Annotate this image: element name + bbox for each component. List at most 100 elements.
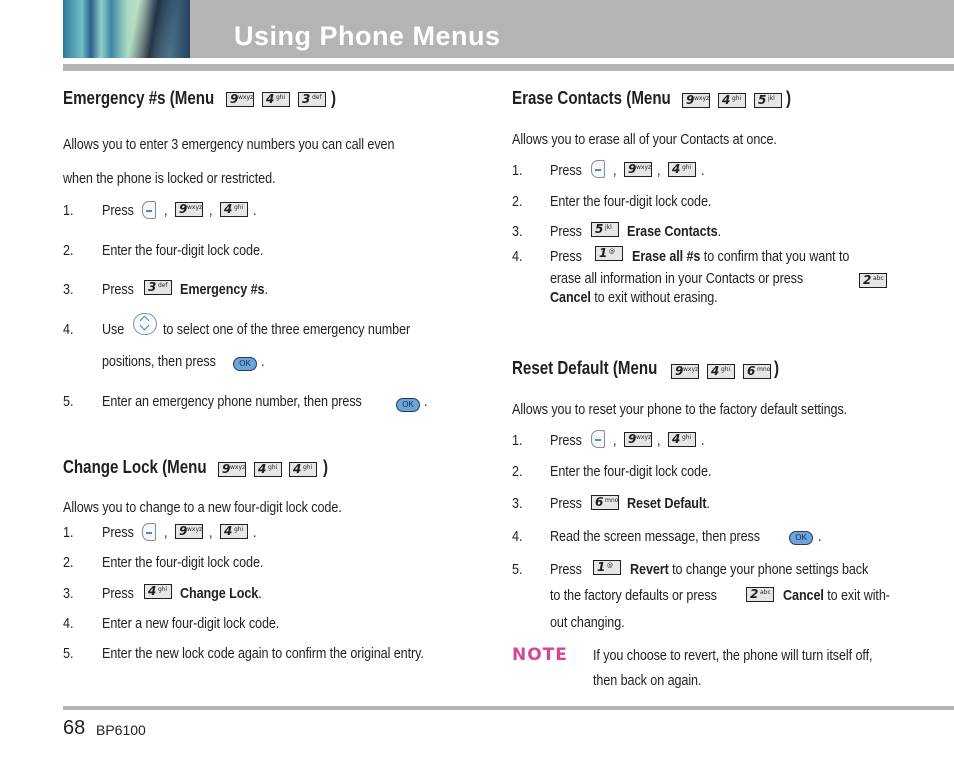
step-number: 3. bbox=[512, 223, 523, 240]
key-6-icon: 6 mno bbox=[743, 364, 771, 379]
key-3-icon: 3 def bbox=[298, 92, 326, 107]
key-9-icon: 9 wxyz bbox=[671, 364, 699, 379]
key-2-icon: 2 abc bbox=[746, 587, 774, 602]
step-text: Press bbox=[102, 524, 134, 541]
note-text-cont: then back on again. bbox=[593, 672, 702, 689]
step-number: 3. bbox=[512, 495, 523, 512]
step-bold-text: Reset Default. bbox=[627, 495, 710, 512]
step-text-cont: Cancel to exit with- bbox=[783, 587, 890, 604]
separator: , bbox=[164, 524, 168, 541]
step-text: Read the screen message, then press bbox=[550, 528, 760, 545]
step-number: 5. bbox=[63, 393, 74, 410]
step-text: Press bbox=[550, 561, 582, 578]
key-9-icon: 9 wxyz bbox=[624, 162, 652, 177]
step-number: 2. bbox=[512, 463, 523, 480]
section-heading-erase-contacts: Erase Contacts (Menu bbox=[512, 88, 671, 108]
step-text-cont: to the factory defaults or press bbox=[550, 587, 717, 604]
key-4-icon: 4 ghi bbox=[220, 202, 248, 217]
note-text: If you choose to revert, the phone will … bbox=[593, 647, 873, 664]
separator: , bbox=[164, 202, 168, 219]
step-text: Press bbox=[102, 202, 134, 219]
key-9-icon: 9 wxyz bbox=[218, 462, 246, 477]
key-5-icon: 5 jkl bbox=[591, 222, 619, 237]
navigation-key-icon bbox=[133, 313, 157, 335]
step-bold-text: Erase Contacts. bbox=[627, 223, 721, 240]
key-2-icon: 2 abc bbox=[859, 273, 887, 288]
key-9-icon: 9 wxyz bbox=[175, 202, 203, 217]
separator: , bbox=[613, 432, 617, 449]
key-4-icon: 4 ghi bbox=[718, 93, 746, 108]
heading-close-paren: ) bbox=[786, 88, 792, 108]
step-text: Enter a new four-digit lock code. bbox=[102, 615, 280, 632]
period: . bbox=[424, 393, 428, 410]
step-text: Enter the four-digit lock code. bbox=[550, 193, 712, 210]
separator: , bbox=[209, 202, 213, 219]
header-band bbox=[63, 0, 954, 58]
step-number: 4. bbox=[63, 321, 74, 338]
key-9-icon: 9 wxyz bbox=[175, 524, 203, 539]
key-3-icon: 3 def bbox=[144, 280, 172, 295]
section-heading-reset-default: Reset Default (Menu bbox=[512, 358, 658, 378]
page-title: Using Phone Menus bbox=[234, 21, 501, 51]
step-text: Press bbox=[550, 223, 582, 240]
key-4-icon: 4 ghi bbox=[668, 432, 696, 447]
step-text: Enter the four-digit lock code. bbox=[102, 554, 264, 571]
step-number: 2. bbox=[63, 242, 74, 259]
period: . bbox=[261, 353, 265, 370]
step-number: 5. bbox=[512, 561, 523, 578]
step-number: 1. bbox=[63, 202, 74, 219]
key-4-icon: 4 ghi bbox=[289, 462, 317, 477]
period: . bbox=[701, 162, 705, 179]
heading-close-paren: ) bbox=[331, 88, 337, 108]
separator: , bbox=[657, 162, 661, 179]
step-number: 1. bbox=[512, 162, 523, 179]
step-number: 3. bbox=[63, 585, 74, 602]
section-intro: Allows you to erase all of your Contacts… bbox=[512, 131, 777, 148]
step-number: 4. bbox=[512, 528, 523, 545]
key-4-icon: 4 ghi bbox=[262, 92, 290, 107]
key-4-icon: 4 ghi bbox=[220, 524, 248, 539]
left-soft-key-icon bbox=[142, 201, 156, 219]
key-4-icon: 4 ghi bbox=[707, 364, 735, 379]
separator: , bbox=[613, 162, 617, 179]
page-number: 68 bbox=[63, 717, 86, 739]
step-bold-text: Change Lock. bbox=[180, 585, 262, 602]
step-text: Press bbox=[102, 281, 134, 298]
separator: , bbox=[209, 524, 213, 541]
step-text: Press bbox=[550, 248, 582, 265]
separator: , bbox=[657, 432, 661, 449]
section-heading-emergency: Emergency #s (Menu bbox=[63, 88, 215, 108]
key-1-icon: 1 @ bbox=[593, 560, 621, 575]
step-bold-text: Erase all #s to confirm that you want to bbox=[632, 248, 850, 265]
period: . bbox=[818, 528, 822, 545]
header-photo bbox=[63, 0, 190, 58]
step-text: Press bbox=[550, 495, 582, 512]
key-5-icon: 5 jkl bbox=[754, 93, 782, 108]
step-text-cont: erase all information in your Contacts o… bbox=[550, 270, 804, 287]
step-text: Press bbox=[550, 162, 582, 179]
section-intro: Allows you to reset your phone to the fa… bbox=[512, 401, 848, 418]
step-number: 2. bbox=[512, 193, 523, 210]
step-number: 4. bbox=[512, 248, 523, 265]
header-divider bbox=[63, 64, 954, 71]
step-number: 1. bbox=[63, 524, 74, 541]
period: . bbox=[253, 202, 257, 219]
left-soft-key-icon bbox=[591, 430, 605, 448]
step-bold-text: Emergency #s. bbox=[180, 281, 268, 298]
key-1-icon: 1 @ bbox=[595, 246, 623, 261]
heading-close-paren: ) bbox=[774, 358, 780, 378]
key-4-icon: 4 ghi bbox=[668, 162, 696, 177]
step-number: 4. bbox=[63, 615, 74, 632]
step-text-cont: Cancel to exit without erasing. bbox=[550, 289, 718, 306]
step-number: 2. bbox=[63, 554, 74, 571]
heading-close-paren: ) bbox=[323, 457, 329, 477]
step-text: Enter the four-digit lock code. bbox=[102, 242, 264, 259]
note-label: NOTE bbox=[512, 645, 568, 665]
step-number: 1. bbox=[512, 432, 523, 449]
step-text: Press bbox=[102, 585, 134, 602]
step-text: Enter the four-digit lock code. bbox=[550, 463, 712, 480]
footer-divider bbox=[63, 706, 954, 710]
step-text: Use bbox=[102, 321, 125, 338]
section-heading-change-lock: Change Lock (Menu bbox=[63, 457, 207, 477]
ok-key-icon: OK bbox=[789, 531, 813, 545]
